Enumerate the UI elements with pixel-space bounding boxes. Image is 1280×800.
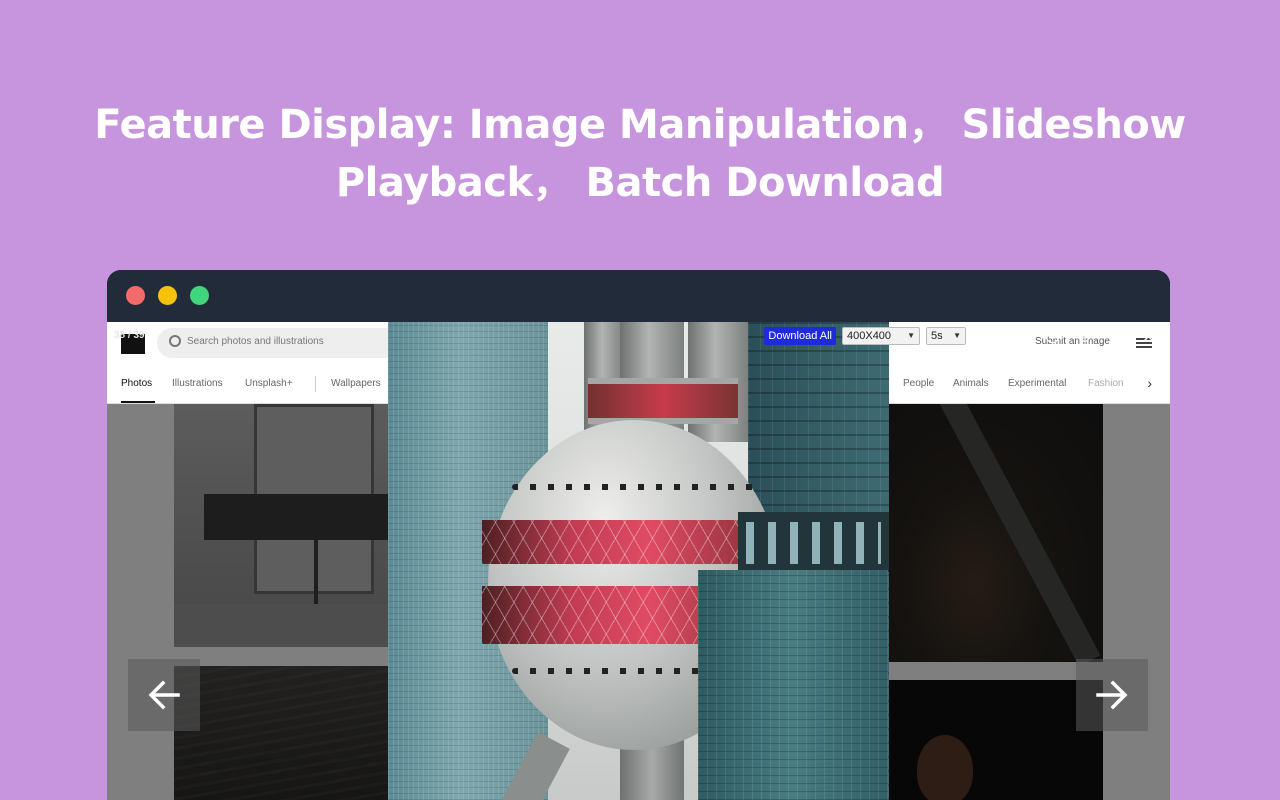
search-placeholder: Search photos and illustrations bbox=[187, 336, 324, 347]
size-select-value: 400X400 bbox=[847, 330, 892, 342]
window-titlebar bbox=[107, 270, 1170, 322]
interval-select-value: 5s bbox=[931, 330, 943, 342]
page-content: Search photos and illustrations Submit a… bbox=[107, 322, 1170, 800]
fullscreen-icon[interactable] bbox=[1100, 324, 1132, 348]
chevron-right-icon[interactable]: › bbox=[1147, 375, 1152, 391]
category-unsplash-plus[interactable]: Unsplash+ bbox=[245, 378, 293, 389]
chevron-down-icon: ▼ bbox=[953, 331, 961, 340]
previous-image-button[interactable] bbox=[128, 659, 200, 731]
image-detail bbox=[738, 512, 889, 572]
category-fashion[interactable]: Fashion bbox=[1088, 378, 1124, 389]
download-size-select[interactable]: 400X400 ▼ bbox=[842, 327, 920, 345]
close-window-button[interactable] bbox=[126, 286, 145, 305]
chevron-down-icon: ▼ bbox=[907, 331, 915, 340]
viewer-current-image[interactable] bbox=[388, 322, 889, 800]
browser-window: Search photos and illustrations Submit a… bbox=[107, 270, 1170, 800]
minimize-window-button[interactable] bbox=[158, 286, 177, 305]
category-people[interactable]: People bbox=[903, 378, 934, 389]
category-animals[interactable]: Animals bbox=[953, 378, 989, 389]
category-experimental[interactable]: Experimental bbox=[1008, 378, 1066, 389]
arrow-left-icon bbox=[148, 680, 180, 710]
category-divider bbox=[315, 376, 316, 392]
category-photos[interactable]: Photos bbox=[121, 378, 152, 389]
viewer-toolbar: Download All 400X400 ▼ 5s ▼ bbox=[764, 322, 1170, 350]
play-icon[interactable] bbox=[972, 324, 1004, 348]
download-all-button[interactable]: Download All bbox=[764, 327, 836, 345]
category-illustrations[interactable]: Illustrations bbox=[172, 378, 223, 389]
image-detail bbox=[698, 570, 888, 800]
next-image-button[interactable] bbox=[1076, 659, 1148, 731]
category-wallpapers[interactable]: Wallpapers bbox=[331, 378, 381, 389]
feature-headline: Feature Display: Image Manipulation， Sli… bbox=[0, 96, 1280, 212]
image-detail bbox=[588, 378, 738, 424]
image-counter: 38 / 39 bbox=[114, 330, 145, 341]
zoom-in-icon[interactable] bbox=[1004, 324, 1036, 348]
slideshow-interval-select[interactable]: 5s ▼ bbox=[926, 327, 966, 345]
headline-line-1: Feature Display: Image Manipulation， Sli… bbox=[94, 102, 1186, 148]
image-detail bbox=[512, 484, 762, 490]
active-category-underline bbox=[121, 401, 155, 403]
rotate-icon[interactable] bbox=[1068, 324, 1100, 348]
headline-line-2: Playback， Batch Download bbox=[335, 160, 945, 206]
arrow-right-icon bbox=[1096, 680, 1128, 710]
search-icon bbox=[169, 335, 181, 347]
maximize-window-button[interactable] bbox=[190, 286, 209, 305]
zoom-out-icon[interactable] bbox=[1036, 324, 1068, 348]
close-icon[interactable] bbox=[1132, 324, 1164, 348]
